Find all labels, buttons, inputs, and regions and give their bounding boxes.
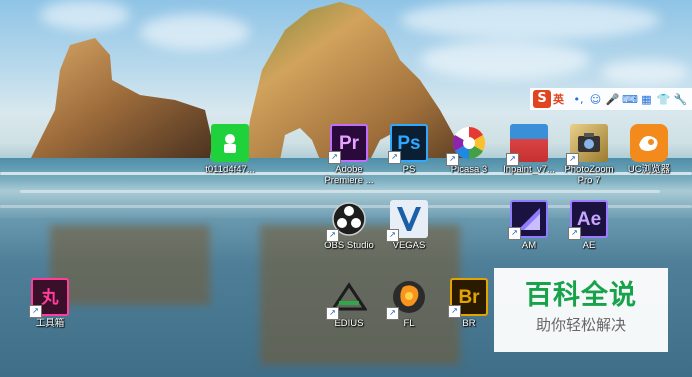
sogou-logo-icon[interactable]: S — [533, 90, 551, 108]
icon-label: AM — [521, 240, 537, 251]
icon-label: PhotoZoom Pro 7 — [564, 164, 614, 186]
shortcut-arrow-icon: ↗ — [446, 153, 459, 166]
punctuation-icon[interactable]: •, — [571, 92, 586, 107]
icon-label: 工具箱 — [35, 318, 65, 329]
media-encoder-icon: ↗ — [508, 200, 548, 240]
desktop-icon-premiere[interactable]: Pr ↗ Adobe Premiere ... — [317, 124, 381, 186]
bridge-icon: Br ↗ — [448, 278, 488, 318]
desktop-icon-picasa[interactable]: ↗ Picasa 3 — [437, 124, 501, 175]
toolbox-icon[interactable]: ▦ — [639, 92, 654, 107]
desktop-icon-toolbox[interactable]: 丸 ↗ 工具箱 — [18, 278, 82, 329]
wave — [20, 190, 660, 193]
toolbox-icon: 丸 ↗ — [29, 278, 69, 318]
shortcut-arrow-icon: ↗ — [566, 153, 579, 166]
uc-browser-icon — [630, 124, 668, 162]
icon-label: UC浏览器 — [627, 164, 671, 175]
icon-label: BR — [462, 318, 476, 329]
ime-toolbar[interactable]: S 英 •, ☺ 🎤 ⌨ ▦ 👕 🔧 — [530, 88, 692, 110]
keyboard-icon[interactable]: ⌨ — [622, 92, 638, 107]
icon-label: AE — [582, 240, 596, 251]
watermark-title: 百科全说 — [525, 280, 637, 311]
skin-icon[interactable]: 👕 — [656, 92, 671, 107]
shortcut-arrow-icon: ↗ — [448, 305, 461, 318]
emoji-icon[interactable]: ☺ — [588, 92, 603, 107]
watermark-badge: 百科全说 助你轻松解决 — [494, 268, 668, 352]
shortcut-arrow-icon: ↗ — [568, 227, 581, 240]
icon-label: PS — [402, 164, 416, 175]
shortcut-arrow-icon: ↗ — [506, 153, 519, 166]
desktop-icon-after-effects[interactable]: Ae ↗ AE — [557, 200, 621, 251]
icon-label: t011d4f47... — [205, 164, 255, 175]
watermark-subtitle: 助你轻松解决 — [535, 316, 626, 334]
desktop-icon-obs[interactable]: ↗ OBS Studio — [317, 200, 381, 251]
inpaint-icon: ↗ — [506, 124, 548, 166]
desktop-icon-inpaint[interactable]: ↗ Inpaint_v7... — [497, 124, 561, 175]
desktop-icon-fl-studio[interactable]: ↗ FL — [377, 278, 441, 329]
desktop-icon-uc-browser[interactable]: UC浏览器 — [617, 124, 681, 175]
shortcut-arrow-icon: ↗ — [29, 305, 42, 318]
shortcut-arrow-icon: ↗ — [326, 307, 339, 320]
shortcut-arrow-icon: ↗ — [328, 151, 341, 164]
picasa-icon: ↗ — [446, 124, 488, 166]
microphone-icon[interactable]: 🎤 — [605, 92, 620, 107]
ime-mode-toggle[interactable]: 英 — [553, 91, 569, 107]
fl-studio-icon: ↗ — [386, 278, 428, 320]
green-app-icon — [211, 124, 249, 162]
desktop-icon-photozoom[interactable]: ↗ PhotoZoom Pro 7 — [557, 124, 621, 186]
desktop-icon-t011d4f47[interactable]: t011d4f47... — [198, 124, 262, 175]
shortcut-arrow-icon: ↗ — [386, 229, 399, 242]
premiere-icon: Pr ↗ — [328, 124, 368, 164]
shortcut-arrow-icon: ↗ — [386, 307, 399, 320]
desktop-icon-edius[interactable]: ↗ EDIUS — [317, 278, 381, 329]
after-effects-icon: Ae ↗ — [568, 200, 608, 240]
icon-label: Adobe Premiere ... — [324, 164, 374, 186]
desktop-icon-media-encoder[interactable]: ↗ AM — [497, 200, 561, 251]
photozoom-icon: ↗ — [566, 124, 608, 166]
shortcut-arrow-icon: ↗ — [388, 151, 401, 164]
vegas-icon: ↗ — [386, 200, 428, 242]
desktop-icon-photoshop[interactable]: Ps ↗ PS — [377, 124, 441, 175]
settings-icon[interactable]: 🔧 — [673, 92, 688, 107]
desktop-icon-bridge[interactable]: Br ↗ BR — [437, 278, 501, 329]
obs-icon: ↗ — [326, 200, 368, 242]
photoshop-icon: Ps ↗ — [388, 124, 428, 164]
shortcut-arrow-icon: ↗ — [326, 229, 339, 242]
shortcut-arrow-icon: ↗ — [508, 227, 521, 240]
edius-icon: ↗ — [326, 278, 368, 320]
desktop-icon-vegas[interactable]: ↗ VEGAS — [377, 200, 441, 251]
